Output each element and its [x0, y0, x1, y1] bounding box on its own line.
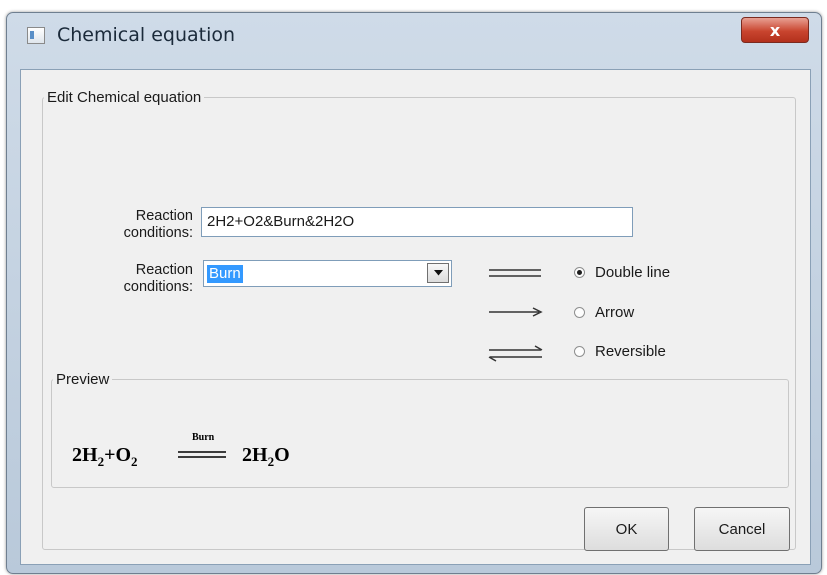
preview-group: Preview 2H2+O2 Burn 2H2O — [51, 371, 789, 488]
preview-condition: Burn — [192, 432, 215, 443]
radio-reversible-label: Reversible — [595, 342, 666, 360]
radio-double-line-label: Double line — [595, 263, 671, 281]
chevron-down-icon — [433, 270, 443, 276]
radio-button-icon[interactable] — [574, 345, 585, 357]
dialog-client-area: Edit Chemical equation Reaction conditio… — [20, 69, 811, 565]
condition-combobox[interactable]: Burn — [203, 260, 452, 287]
radio-double-line[interactable]: Double line — [574, 261, 670, 283]
radio-button-icon[interactable] — [574, 266, 585, 278]
ok-button[interactable]: OK — [584, 507, 669, 551]
condition-label-line1: Reaction — [135, 262, 193, 278]
edit-equation-legend: Edit Chemical equation — [47, 89, 202, 106]
condition-label-line2: conditions: — [123, 279, 193, 295]
preview-product-main: 2H — [242, 444, 268, 466]
close-button[interactable]: x — [741, 17, 809, 43]
condition-selected-value[interactable]: Burn — [207, 265, 243, 283]
radio-arrow-label: Arrow — [595, 303, 635, 321]
equation-label-line2: conditions: — [123, 225, 193, 241]
equation-label-line1: Reaction — [135, 208, 193, 224]
equation-preview: 2H2+O2 Burn 2H2O — [72, 432, 372, 478]
preview-reactant-2-subscript: 2 — [131, 454, 138, 469]
cancel-button[interactable]: Cancel — [694, 507, 790, 551]
equation-label: Reaction conditions: — [91, 208, 193, 242]
double-line-icon — [489, 269, 541, 277]
condition-label: Reaction conditions: — [91, 262, 193, 296]
app-window-icon — [27, 27, 45, 44]
dialog-title: Chemical equation — [57, 24, 236, 46]
chemical-equation-dialog: Chemical equation x Edit Chemical equati… — [6, 12, 822, 574]
radio-reversible[interactable]: Reversible — [574, 340, 666, 362]
preview-reactants: 2H2+O2 — [72, 444, 138, 470]
radio-arrow[interactable]: Arrow — [574, 301, 634, 323]
radio-button-icon[interactable] — [574, 306, 585, 318]
dropdown-button[interactable] — [427, 263, 449, 283]
title-bar[interactable]: Chemical equation x — [7, 13, 821, 57]
preview-product: 2H2O — [242, 444, 290, 470]
equation-input[interactable]: 2H2+O2&Burn&2H2O — [201, 207, 633, 237]
preview-reactant-2: +O — [104, 444, 132, 466]
preview-reactant-1: 2H — [72, 444, 98, 466]
preview-double-line-icon — [178, 451, 226, 458]
preview-legend: Preview — [56, 371, 110, 388]
reversible-arrow-icon — [488, 345, 543, 362]
close-icon: x — [769, 20, 781, 40]
preview-product-tail: O — [274, 444, 290, 466]
arrow-icon — [489, 307, 543, 317]
